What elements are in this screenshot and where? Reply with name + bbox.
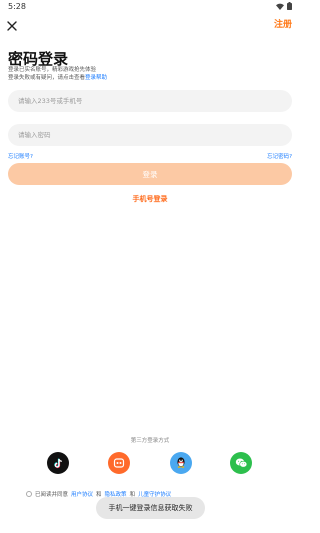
qq-login-button[interactable] (170, 452, 192, 474)
tiktok-login-button[interactable] (47, 452, 69, 474)
page-title: 密码登录 (8, 50, 69, 68)
phone-login-link[interactable]: 手机号登录 (0, 194, 300, 204)
app233-login-button[interactable] (108, 452, 130, 474)
agreement-checkbox[interactable] (26, 491, 32, 497)
status-icons (276, 2, 292, 10)
wifi-icon (276, 3, 284, 10)
status-time: 5:28 (8, 2, 26, 11)
agreement-prefix: 已阅读并同意 (35, 492, 69, 498)
app233-icon (113, 454, 125, 473)
status-bar: 5:28 (0, 0, 300, 14)
login-description: 登录已实名账号，精彩游戏抢先体验 登录失败或有疑问，请点击查看登录帮助 (8, 67, 208, 82)
close-icon[interactable] (6, 17, 18, 31)
password-input[interactable] (8, 124, 292, 146)
qq-icon (175, 454, 187, 473)
battery-icon (287, 2, 292, 10)
description-line-1: 登录已实名账号，精彩游戏抢先体验 (8, 67, 97, 73)
wechat-login-button[interactable] (230, 452, 252, 474)
error-toast: 手机一键登录信息获取失败 (96, 497, 205, 519)
forgot-account-link[interactable]: 忘记账号? (8, 152, 33, 160)
agreement-and-1: 和 (96, 492, 102, 498)
description-line-2: 登录失败或有疑问，请点击查看登录帮助 (8, 75, 208, 83)
third-party-label: 第三方登录方式 (130, 438, 170, 444)
forgot-password-link[interactable]: 忘记密码? (267, 152, 292, 160)
phone-input[interactable] (8, 90, 292, 112)
register-link[interactable]: 注册 (274, 17, 292, 30)
social-login-row (0, 452, 300, 474)
login-help-link[interactable]: 登录帮助 (85, 75, 107, 81)
user-agreement-link[interactable]: 用户协议 (71, 490, 93, 498)
description-line-2-text: 登录失败或有疑问，请点击查看 (8, 74, 86, 81)
login-button[interactable]: 登录 (8, 163, 292, 185)
tiktok-icon (53, 454, 64, 473)
wechat-icon (235, 454, 248, 473)
